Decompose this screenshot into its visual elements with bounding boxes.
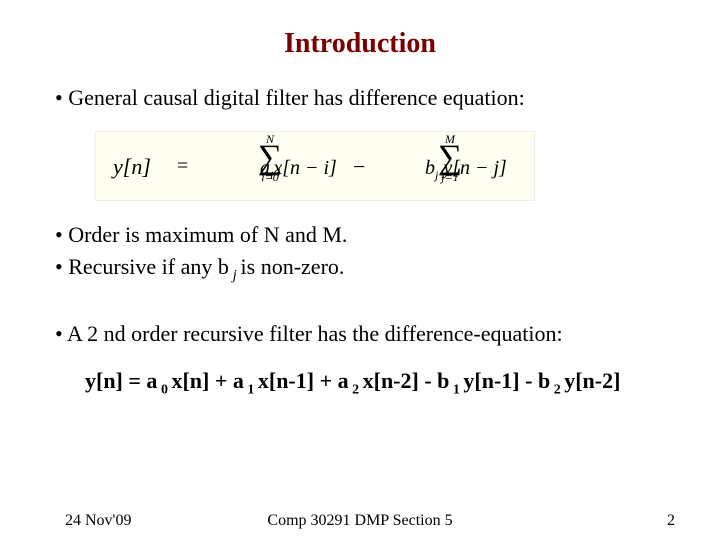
eq2-subscript: 2 [550, 382, 564, 397]
bullet-2: • Order is maximum of N and M. [55, 221, 680, 250]
eq-sum-2: M ∑ j=1 bj y[n − j] [385, 133, 515, 183]
bullet-1: • General causal digital filter has diff… [55, 84, 680, 113]
sum1-coeff: a [260, 157, 270, 179]
bullet-3-post: is non-zero. [241, 254, 345, 279]
equation-2: y[n] = a 0 x[n] + a 1 x[n-1] + a 2 x[n-2… [85, 367, 680, 400]
footer-course: Comp 30291 DMP Section 5 [0, 512, 720, 530]
page-title: Introduction [0, 28, 720, 60]
eq2-text: x[n] + a [171, 368, 243, 393]
eq2-subscript: 1 [449, 382, 463, 397]
eq-sum-1: N ∑ i=0 aix[n − i] [215, 133, 325, 183]
equation-image: y[n] = N ∑ i=0 aix[n − i] − M ∑ j=1 bj y… [95, 131, 535, 201]
slide: Introduction • General causal digital fi… [0, 0, 720, 540]
eq2-text: y[n-2] [564, 368, 620, 393]
sum2-rest: y[n − j] [438, 157, 507, 179]
eq2-text: x[n-1] + a [258, 368, 349, 393]
eq2-subscript: 0 [157, 382, 171, 397]
eq-equals: = [177, 153, 188, 179]
bullet-3: • Recursive if any b j is non-zero. [55, 253, 680, 286]
eq2-text: y[n] = a [85, 368, 157, 393]
body-content: • General causal digital filter has diff… [55, 80, 680, 399]
bullet-3-sub: j [229, 268, 241, 284]
bullet-3-pre: • Recursive if any b [55, 254, 229, 279]
eq2-text: y[n-1] - b [463, 368, 550, 393]
bullet-4: • A 2 nd order recursive filter has the … [55, 320, 680, 349]
eq-minus: − [353, 153, 365, 182]
sum2-term: bj y[n − j] [425, 155, 507, 184]
sum1-rest: x[n − i] [273, 157, 337, 179]
eq2-subscript: 1 [244, 382, 258, 397]
eq-lhs: y[n] [113, 153, 151, 182]
sum2-coeff: b [425, 157, 435, 179]
eq2-subscript: 2 [349, 382, 363, 397]
footer-page-number: 2 [667, 512, 675, 530]
sum1-term: aix[n − i] [260, 155, 337, 184]
eq2-text: x[n-2] - b [363, 368, 450, 393]
